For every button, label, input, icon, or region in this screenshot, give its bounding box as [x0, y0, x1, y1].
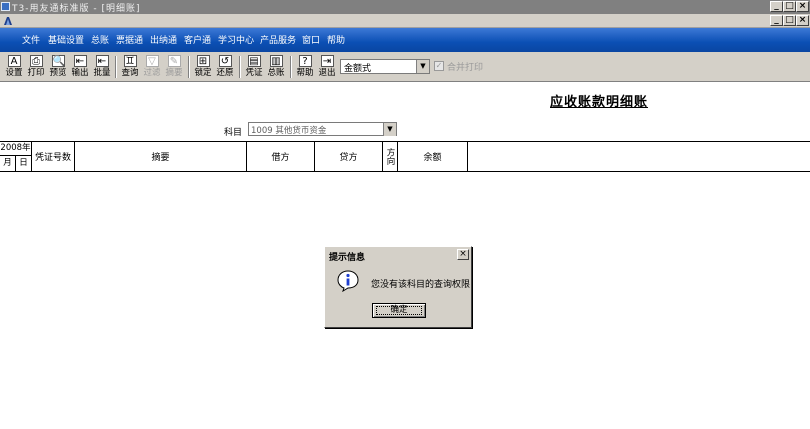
lock-label: 锁定	[194, 68, 212, 78]
menu-window[interactable]: 窗口	[302, 33, 320, 46]
voucher-label: 凭证	[245, 68, 263, 78]
filter-icon: ▽	[145, 55, 159, 67]
debit-header: 借方	[247, 142, 315, 171]
help-button[interactable]: ? 帮助	[294, 55, 316, 80]
dialog-title: 提示信息	[329, 253, 366, 263]
restore-icon: ↺	[218, 55, 232, 67]
menu-general-ledger[interactable]: 总账	[91, 33, 109, 46]
ledger-icon: ▥	[269, 55, 283, 67]
settings-button[interactable]: A 设置	[3, 55, 25, 80]
window-title: T3-用友通标准版 - [明细账]	[12, 4, 141, 14]
window-titlebar: T3-用友通标准版 - [明细账] _ □ ×	[0, 0, 810, 14]
menu-basic-settings[interactable]: 基础设置	[48, 33, 84, 46]
voucher-no-header: 凭证号数	[32, 142, 75, 171]
toolbar-separator	[239, 56, 241, 78]
menu-bar: 文件 基础设置 总账 票据通 出纳通 客户通 学习中心 产品服务 窗口 帮助	[0, 28, 810, 52]
month-header: 月	[0, 156, 16, 171]
subject-select[interactable]: 1009 其他货币资金 ▼	[248, 122, 397, 136]
focus-ring	[376, 306, 422, 315]
year-header: 2008年	[0, 142, 32, 156]
chevron-down-icon[interactable]: ▼	[383, 123, 396, 136]
help-label: 帮助	[296, 68, 314, 78]
subject-label: 科目	[224, 128, 243, 138]
ledger-label: 总账	[267, 68, 285, 78]
batch-icon: ⇤	[95, 55, 109, 67]
print-button[interactable]: ⎙ 打印	[25, 55, 47, 80]
voucher-icon: ▤	[247, 55, 261, 67]
summary-icon: ✎	[167, 55, 181, 67]
summary-button[interactable]: ✎ 摘要	[163, 55, 185, 80]
menu-cashier[interactable]: 出纳通	[150, 33, 177, 46]
direction-label: 方向	[385, 148, 395, 165]
exit-label: 退出	[318, 68, 336, 78]
balance-header: 余额	[398, 142, 468, 171]
summary-header: 摘要	[75, 142, 247, 171]
menu-file[interactable]: 文件	[22, 33, 40, 46]
toolbar-separator	[188, 56, 190, 78]
restore-label: 还原	[216, 68, 234, 78]
toolbar-separator	[115, 56, 117, 78]
dialog-titlebar: 提示信息 ×	[326, 248, 470, 263]
app-logo-icon	[1, 2, 10, 11]
export-button[interactable]: ⇤ 输出	[69, 55, 91, 80]
export-icon: ⇤	[73, 55, 87, 67]
ledger-table-header: 2008年 月 日 凭证号数 摘要 借方 贷方 方向 余额	[0, 141, 810, 172]
child-restore-button[interactable]: □	[783, 15, 796, 26]
maximize-button[interactable]: □	[783, 1, 796, 12]
settings-label: 设置	[5, 68, 23, 78]
binoculars-icon: ♊	[123, 55, 137, 67]
filter-label: 过滤	[143, 68, 161, 78]
close-button[interactable]: ×	[796, 1, 809, 12]
format-select-value: 金额式	[344, 64, 372, 74]
subject-select-value: 1009 其他货币资金	[251, 126, 327, 136]
child-minimize-button[interactable]: _	[770, 15, 783, 26]
credit-header: 贷方	[315, 142, 383, 171]
mdi-child-strip: _ □ ×	[0, 14, 810, 28]
lock-button[interactable]: ⊞ 锁定	[192, 55, 214, 80]
summary-label: 摘要	[165, 68, 183, 78]
preview-label: 预览	[49, 68, 67, 78]
ledger-button[interactable]: ▥ 总账	[265, 55, 287, 80]
menu-product-services[interactable]: 产品服务	[260, 33, 296, 46]
lock-icon: ⊞	[196, 55, 210, 67]
query-button[interactable]: ♊ 查询	[119, 55, 141, 80]
help-icon: ?	[298, 55, 312, 67]
menu-learning-center[interactable]: 学习中心	[218, 33, 254, 46]
batch-button[interactable]: ⇤ 批量	[91, 55, 113, 80]
printer-icon: ⎙	[29, 55, 43, 67]
minimize-button[interactable]: _	[770, 1, 783, 12]
menu-help[interactable]: 帮助	[327, 33, 345, 46]
exit-icon: ⇥	[320, 55, 334, 67]
report-title: 应收账款明细账	[550, 95, 649, 110]
restore-button[interactable]: ↺ 还原	[214, 55, 236, 80]
format-select[interactable]: 金额式 ▼	[340, 59, 430, 74]
document-icon	[4, 17, 12, 25]
ok-button[interactable]: 确定	[372, 303, 426, 318]
menu-bills[interactable]: 票据通	[116, 33, 143, 46]
dialog-close-button[interactable]: ×	[457, 249, 469, 260]
merge-print-checkbox[interactable]: ✓	[434, 61, 444, 71]
voucher-button[interactable]: ▤ 凭证	[243, 55, 265, 80]
dialog-message: 您没有该科目的查询权限	[371, 280, 471, 290]
menu-customer[interactable]: 客户通	[184, 33, 211, 46]
toolbar-separator	[290, 56, 292, 78]
chevron-down-icon[interactable]: ▼	[416, 60, 429, 73]
direction-header: 方向	[383, 142, 398, 171]
preview-icon: 🔍	[51, 55, 65, 67]
info-icon	[337, 270, 359, 292]
merge-print-label: 合并打印	[447, 63, 484, 73]
preview-button[interactable]: 🔍 预览	[47, 55, 69, 80]
exit-button[interactable]: ⇥ 退出	[316, 55, 338, 80]
batch-label: 批量	[93, 68, 111, 78]
query-label: 查询	[121, 68, 139, 78]
day-header: 日	[16, 156, 32, 171]
child-close-button[interactable]: ×	[796, 15, 809, 26]
export-label: 输出	[71, 68, 89, 78]
filter-button[interactable]: ▽ 过滤	[141, 55, 163, 80]
settings-icon: A	[7, 55, 21, 67]
print-label: 打印	[27, 68, 45, 78]
info-dialog: 提示信息 × 您没有该科目的查询权限 确定	[324, 246, 472, 328]
